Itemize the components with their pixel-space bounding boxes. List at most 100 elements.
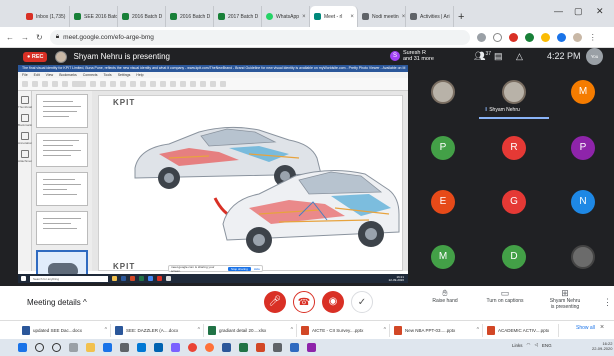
participant-avatar[interactable]: R: [502, 136, 526, 160]
stop-sharing-button[interactable]: Stop sharing: [227, 266, 251, 271]
powerpoint-icon[interactable]: [256, 343, 265, 352]
pdf-to-ppt-icon[interactable]: [200, 81, 206, 87]
menu-item[interactable]: Bookmarks: [59, 72, 77, 78]
typewriter-icon[interactable]: [140, 81, 146, 87]
present-check-button[interactable]: ✓: [351, 291, 373, 313]
participant-avatar[interactable]: P: [571, 136, 595, 160]
menu-item[interactable]: Connects: [83, 72, 98, 78]
hand-tool-icon[interactable]: [110, 81, 116, 87]
bookmarks-icon[interactable]: [20, 114, 29, 122]
leave-call-button[interactable]: ☎︎: [293, 291, 315, 313]
browser-tab-sheet-3[interactable]: 2016 Batch D ×: [166, 6, 214, 27]
app-icon[interactable]: [307, 343, 316, 352]
firefox-icon[interactable]: [205, 343, 214, 352]
activities-icon[interactable]: △: [516, 51, 523, 62]
contact-us-icon[interactable]: [220, 81, 226, 87]
wifi-icon[interactable]: ◠: [527, 342, 531, 348]
browser-tab-whatsapp[interactable]: WhatsApp ×: [262, 6, 310, 27]
store-icon[interactable]: [103, 343, 112, 352]
download-item[interactable]: gradiant detail 20....xlsx ^: [208, 323, 297, 337]
slide-thumbnail[interactable]: [36, 133, 88, 167]
tray-links-label[interactable]: Links: [512, 343, 523, 348]
participant-avatar[interactable]: N: [571, 190, 595, 214]
extension-icon[interactable]: [556, 32, 566, 42]
new-tab-button[interactable]: +: [458, 11, 464, 23]
chevron-up-icon[interactable]: ^: [291, 327, 293, 333]
word-icon[interactable]: [222, 343, 231, 352]
menu-item[interactable]: Settings: [118, 72, 131, 78]
comment-icon[interactable]: [160, 81, 166, 87]
presenting-button[interactable]: ⊞ Shyam Nehru is presenting: [540, 289, 590, 311]
chevron-up-icon[interactable]: ^: [477, 327, 479, 333]
chevron-up-icon[interactable]: ^: [198, 327, 200, 333]
captions-button[interactable]: ▭ Turn on captions: [480, 289, 530, 305]
close-icon[interactable]: ×: [302, 14, 306, 20]
slide-thumbnail[interactable]: [36, 172, 88, 206]
browser-tab-sheet-4[interactable]: 2017 Batch D ×: [214, 6, 262, 27]
chevron-up-icon[interactable]: ^: [384, 327, 386, 333]
pdf-to-word-icon[interactable]: [180, 81, 186, 87]
menu-item[interactable]: Edit: [34, 72, 40, 78]
more-options-icon[interactable]: ⋮: [603, 297, 612, 308]
close-icon[interactable]: ×: [453, 14, 454, 20]
participant-avatar[interactable]: G: [502, 190, 526, 214]
previous-icon[interactable]: [52, 81, 58, 87]
photos-icon[interactable]: [171, 343, 180, 352]
download-item[interactable]: ACADEMIC ACTIV....pptx: [487, 323, 559, 337]
explorer-icon[interactable]: [86, 343, 95, 352]
raise-hand-button[interactable]: ✋︎ Raise hand: [420, 289, 470, 305]
people-app-icon[interactable]: [120, 343, 129, 352]
back-icon[interactable]: ←: [6, 33, 14, 42]
menu-item[interactable]: View: [46, 72, 54, 78]
download-item[interactable]: New NBA PPT-03.....pptx ^: [394, 323, 483, 337]
people-icon[interactable]: 👥︎37: [474, 51, 491, 62]
participant-photo[interactable]: [431, 80, 455, 104]
reload-icon[interactable]: ↻: [36, 33, 43, 42]
extension-icon[interactable]: [524, 32, 534, 42]
browser-menu-icon[interactable]: ⋮: [589, 33, 597, 42]
participant-avatar[interactable]: P: [431, 136, 455, 160]
chat-icon[interactable]: ▤: [494, 51, 503, 62]
attachments-icon[interactable]: [20, 150, 29, 158]
system-clock[interactable]: 16:22 22-09-2020: [592, 341, 612, 351]
close-icon[interactable]: ×: [350, 14, 354, 20]
cortana-icon[interactable]: [52, 343, 61, 352]
camera-icon[interactable]: [476, 32, 486, 42]
menu-item[interactable]: File: [22, 72, 28, 78]
edge-icon[interactable]: [137, 343, 146, 352]
compress-icon[interactable]: [210, 81, 216, 87]
fit-width-icon[interactable]: [100, 81, 106, 87]
language-indicator[interactable]: ENG: [542, 343, 552, 348]
participant-avatar[interactable]: M: [571, 80, 595, 104]
forward-icon[interactable]: →: [21, 33, 29, 42]
annotations-icon[interactable]: [20, 132, 29, 140]
task-view-icon[interactable]: [69, 343, 78, 352]
extension-icon[interactable]: [508, 32, 518, 42]
maximize-window-icon[interactable]: ▢: [574, 6, 583, 17]
print-icon[interactable]: [32, 81, 38, 87]
minimize-window-icon[interactable]: —: [554, 6, 563, 16]
close-icon[interactable]: ×: [402, 14, 405, 20]
browser-tab-sheet-1[interactable]: SEE 2016 Batc ×: [70, 6, 118, 27]
participant-photo[interactable]: [571, 245, 595, 269]
snapshot-icon[interactable]: [130, 81, 136, 87]
close-window-icon[interactable]: ✕: [596, 6, 604, 17]
thumbnails-icon[interactable]: [20, 96, 29, 104]
browser-tab-sheet-2[interactable]: 2016 Batch D ×: [118, 6, 166, 27]
speaker-photo[interactable]: [502, 80, 526, 104]
select-tool-icon[interactable]: [120, 81, 126, 87]
slide-thumbnail[interactable]: [36, 94, 88, 128]
pdf-to-excel-icon[interactable]: [190, 81, 196, 87]
extension-icon[interactable]: [540, 32, 550, 42]
menu-item[interactable]: Help: [136, 72, 143, 78]
search-icon[interactable]: [35, 343, 44, 352]
participant-avatar[interactable]: E: [431, 190, 455, 214]
star-icon[interactable]: [492, 32, 502, 42]
excel-icon[interactable]: [239, 343, 248, 352]
microphone-off-button[interactable]: 🎤︎: [264, 291, 286, 313]
browser-tab-nodi[interactable]: Nodi meetin ×: [358, 6, 406, 27]
fit-page-icon[interactable]: [90, 81, 96, 87]
profile-avatar[interactable]: [572, 32, 582, 42]
browser-tab-meet[interactable]: Meet - rl ×: [310, 6, 358, 27]
next-icon[interactable]: [62, 81, 68, 87]
